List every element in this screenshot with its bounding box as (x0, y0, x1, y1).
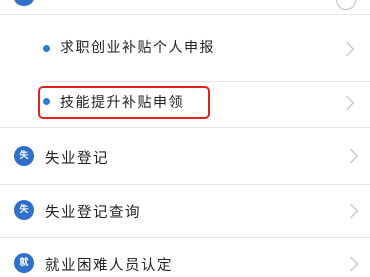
chevron-right-icon (339, 41, 355, 57)
expand-toggle-icon[interactable] (336, 0, 356, 10)
chevron-right-icon (343, 148, 359, 164)
chevron-right-icon (339, 95, 355, 111)
service-icon (14, 0, 34, 6)
unemployment-icon: 失 (14, 146, 34, 166)
list-item-unemployment-query[interactable]: 失 失业登记查询 (0, 185, 370, 237)
list-item-unemployment-registration[interactable]: 失 失业登记 (0, 128, 370, 184)
list-item-employment-difficulty[interactable]: 就 就业困难人员认定 (0, 238, 370, 277)
chevron-right-icon (343, 256, 359, 272)
unemployment-query-icon: 失 (14, 200, 34, 220)
list-item-job-subsidy[interactable]: 求职创业补贴个人申报 (0, 15, 370, 81)
service-list: 求职创业补贴个人申报 技能提升补贴申领 失 失业登记 失 失业登记查询 就 就业… (0, 0, 370, 277)
list-item-label: 失业登记查询 (45, 205, 141, 221)
bullet-dot (43, 45, 50, 52)
employment-difficulty-icon: 就 (14, 253, 34, 273)
highlight-annotation-box (38, 86, 210, 119)
chevron-right-icon (343, 203, 359, 219)
list-item-label: 失业登记 (45, 151, 109, 167)
list-item-label: 就业困难人员认定 (45, 258, 173, 274)
list-item-label: 求职创业补贴个人申报 (60, 40, 215, 56)
